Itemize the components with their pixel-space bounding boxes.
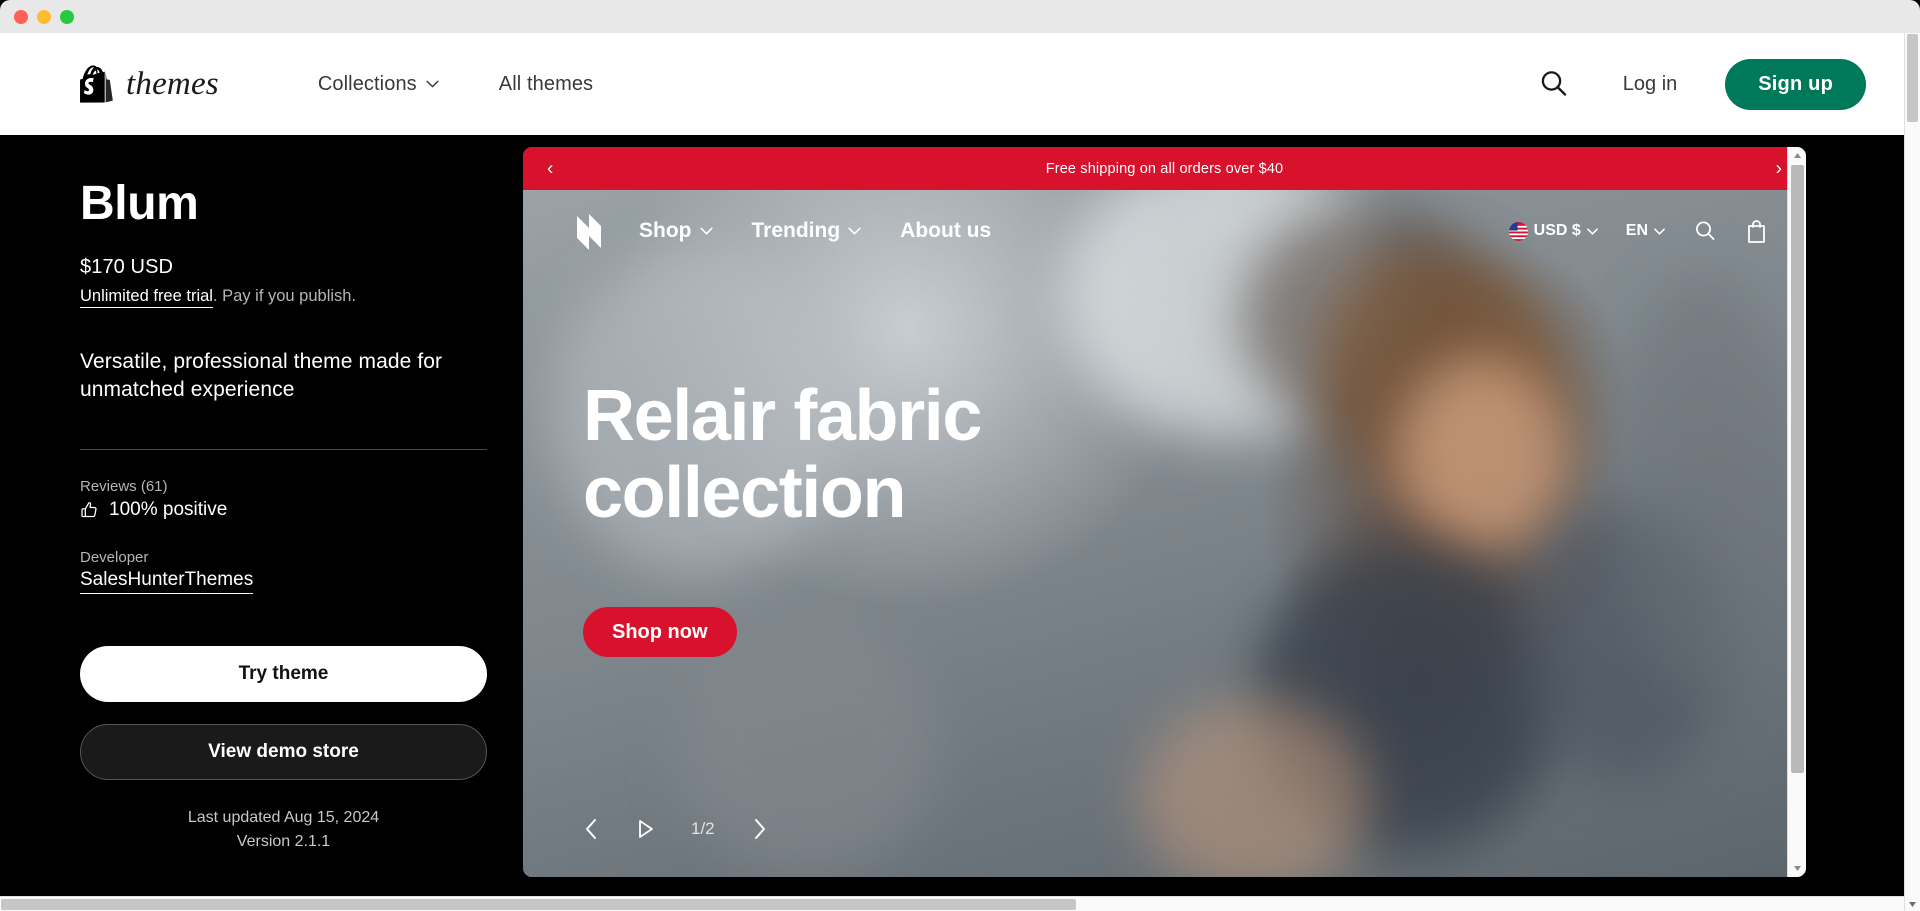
page-horizontal-scrollbar[interactable] xyxy=(0,896,1904,911)
preview-shop-navigation: Shop Trending About us USD $ EN xyxy=(523,190,1806,272)
page-scroll-down-arrow[interactable] xyxy=(1908,897,1917,911)
reviews-label: Reviews (61) xyxy=(80,478,168,496)
unlimited-free-trial-link[interactable]: Unlimited free trial xyxy=(80,287,213,308)
hero-headline-line1: Relair fabric xyxy=(583,376,982,456)
search-icon xyxy=(1541,71,1566,96)
preview-hero-copy: Relair fabric collection Shop now xyxy=(523,272,1806,658)
preview-nav-about-label: About us xyxy=(900,219,992,242)
theme-price: $170 USD xyxy=(80,256,174,278)
carousel-play-button[interactable] xyxy=(636,818,655,840)
shopify-themes-logo[interactable]: themes xyxy=(80,65,219,103)
last-updated-text: Last updated Aug 15, 2024 xyxy=(187,809,380,827)
window-zoom-button[interactable] xyxy=(60,9,74,24)
reviews-row: 100% positive xyxy=(80,499,480,521)
currency-label: USD $ xyxy=(1533,222,1581,239)
view-demo-store-button[interactable]: View demo store xyxy=(80,724,487,781)
version-text: Version 2.1.1 xyxy=(236,832,331,850)
detail-divider xyxy=(80,449,487,451)
theme-tagline: Versatile, professional theme made for u… xyxy=(80,350,443,401)
preview-scroll-thumb[interactable] xyxy=(1790,165,1804,773)
preview-nav-shop[interactable]: Shop xyxy=(639,219,713,243)
preview-nav-right: USD $ EN xyxy=(1508,219,1768,244)
desktop-preview-frame: ‹ Free shipping on all orders over $40 › xyxy=(523,147,1806,877)
theme-detail-panel: Blum $170 USD Unlimited free trial. Pay … xyxy=(0,135,487,911)
brand-wordmark: themes xyxy=(126,65,219,102)
window-close-button[interactable] xyxy=(14,9,28,24)
header-actions: Log in Sign up xyxy=(1533,58,1920,110)
store-logo-icon xyxy=(577,214,601,250)
promo-prev-arrow[interactable]: ‹ xyxy=(547,159,553,178)
nav-item-all-themes[interactable]: All themes xyxy=(499,73,593,96)
page-horizontal-scroll-thumb[interactable] xyxy=(1,898,1076,910)
window-titlebar xyxy=(0,0,1920,33)
chevron-down-icon xyxy=(1654,227,1665,235)
main-navigation: Collections All themes xyxy=(318,73,593,96)
nav-label-collections: Collections xyxy=(317,72,417,95)
currency-selector[interactable]: USD $ xyxy=(1508,221,1598,241)
carousel-slide-count: 1/2 xyxy=(691,819,715,838)
search-button[interactable] xyxy=(1533,63,1575,105)
site-header: themes Collections All themes Log in Sig… xyxy=(0,33,1920,135)
reviews-value: 100% positive xyxy=(109,499,228,521)
preview-hero: Shop Trending About us USD $ EN Relair f… xyxy=(523,190,1806,877)
chevron-down-icon xyxy=(848,227,861,235)
preview-nav-trending-label: Trending xyxy=(751,219,841,242)
browser-window: themes Collections All themes Log in Sig… xyxy=(0,0,1920,911)
chevron-right-icon xyxy=(754,819,765,839)
page-vertical-scrollbar[interactable] xyxy=(1904,33,1920,911)
triangle-up-icon xyxy=(1793,153,1801,158)
preview-promo-bar: ‹ Free shipping on all orders over $40 › xyxy=(523,147,1806,190)
search-icon[interactable] xyxy=(1693,219,1717,243)
promo-next-arrow[interactable]: › xyxy=(1776,159,1782,178)
window-minimize-button[interactable] xyxy=(37,9,51,24)
developer-link[interactable]: SalesHunterThemes xyxy=(80,569,254,595)
shopify-bag-icon xyxy=(80,65,113,103)
hero-carousel-controls: 1/2 xyxy=(583,817,768,841)
try-theme-button[interactable]: Try theme xyxy=(80,646,487,703)
preview-nav-about-us[interactable]: About us xyxy=(900,219,991,243)
nav-label-all-themes: All themes xyxy=(498,72,594,95)
login-link[interactable]: Log in xyxy=(1623,73,1678,96)
page-title: Blum xyxy=(80,177,199,230)
play-icon xyxy=(639,820,653,838)
nav-item-collections[interactable]: Collections xyxy=(318,73,439,96)
hero-shop-now-button[interactable]: Shop now xyxy=(583,607,737,658)
preview-scroll-down-arrow[interactable] xyxy=(1793,860,1802,877)
carousel-next-button[interactable] xyxy=(751,817,768,841)
page-content: Blum $170 USD Unlimited free trial. Pay … xyxy=(0,135,1920,911)
chevron-down-icon xyxy=(699,227,713,235)
hero-headline-line2: collection xyxy=(583,453,906,534)
trial-note-rest: . Pay if you publish. xyxy=(212,287,357,305)
shopping-bag-icon[interactable] xyxy=(1745,219,1768,244)
language-label: EN xyxy=(1625,222,1648,239)
chevron-left-icon xyxy=(586,819,596,839)
promo-text: Free shipping on all orders over $40 xyxy=(1045,160,1284,177)
preview-nav-trending[interactable]: Trending xyxy=(752,219,862,243)
us-flag-icon xyxy=(1508,221,1528,241)
triangle-down-icon xyxy=(1793,866,1801,871)
preview-nav-shop-label: Shop xyxy=(639,219,692,242)
chevron-down-icon xyxy=(1586,227,1598,235)
chevron-down-icon xyxy=(426,80,439,88)
page-vertical-scroll-thumb[interactable] xyxy=(1907,34,1918,122)
triangle-down-icon xyxy=(1909,901,1916,907)
hero-headline: Relair fabric collection xyxy=(583,376,1223,534)
language-selector[interactable]: EN xyxy=(1626,222,1665,240)
preview-vertical-scrollbar[interactable] xyxy=(1787,147,1806,877)
preview-stage: ‹ Free shipping on all orders over $40 › xyxy=(480,135,1920,911)
theme-meta: Last updated Aug 15, 2024 Version 2.1.1 xyxy=(80,806,487,852)
preview-scroll-up-arrow[interactable] xyxy=(1793,147,1802,164)
signup-button[interactable]: Sign up xyxy=(1725,58,1866,110)
preview-nav-links: Shop Trending About us xyxy=(639,219,991,243)
carousel-prev-button[interactable] xyxy=(583,817,600,841)
trial-note: Unlimited free trial. Pay if you publish… xyxy=(80,287,480,308)
thumbs-up-icon xyxy=(81,502,97,518)
developer-label: Developer xyxy=(80,549,149,567)
